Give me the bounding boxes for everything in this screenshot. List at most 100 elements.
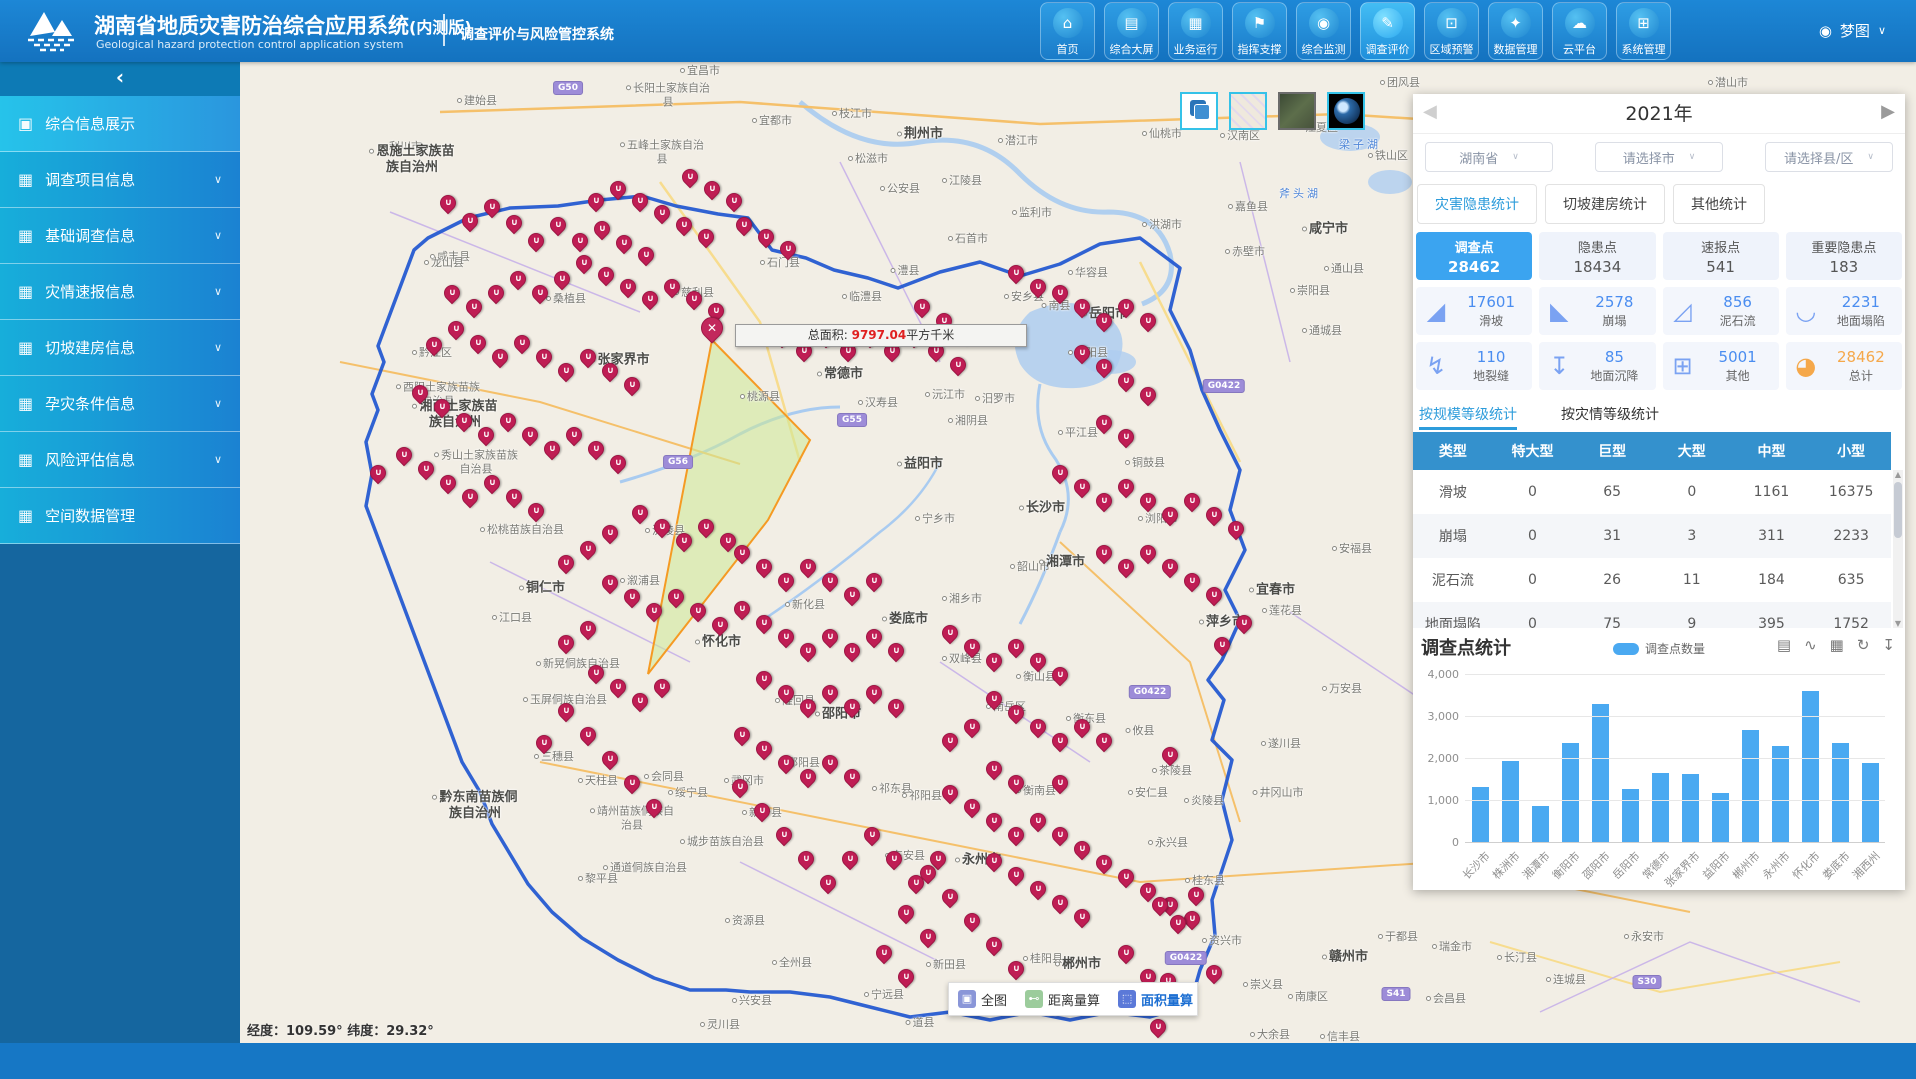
region-select-请选择市[interactable]: 请选择市∨ <box>1595 142 1723 172</box>
nav-label: 云平台 <box>1563 41 1596 57</box>
hazard-card-滑坡[interactable]: ◢17601滑坡 <box>1416 287 1532 335</box>
map-label: 城步苗族自治县 <box>679 835 765 849</box>
measure-button-全图[interactable]: ▣全图 <box>949 990 1016 1009</box>
app-title: 湖南省地质灾害防治综合应用系统(内测版) <box>94 10 472 40</box>
layer-button-globe[interactable] <box>1327 92 1365 130</box>
bar-湘潭市[interactable] <box>1532 806 1549 843</box>
map-label: 临澧县 <box>842 288 882 304</box>
nav-item-综合监测[interactable]: ◉综合监测 <box>1296 2 1351 60</box>
sidebar-item-风险评估信息[interactable]: ▦风险评估信息∨ <box>0 432 240 488</box>
summary-card-隐患点[interactable]: 隐患点18434 <box>1539 232 1655 280</box>
map-label: 团风县 <box>1380 74 1420 90</box>
sidebar-item-切坡建房信息[interactable]: ▦切坡建房信息∨ <box>0 320 240 376</box>
road-badge: G0422 <box>1165 951 1207 965</box>
map-label: 宁远县 <box>864 986 904 1002</box>
line-chart-icon[interactable]: ∿ <box>1804 636 1817 654</box>
summary-card-重要隐患点[interactable]: 重要隐患点183 <box>1786 232 1902 280</box>
sidebar-item-空间数据管理[interactable]: ▦空间数据管理 <box>0 488 240 544</box>
download-icon[interactable]: ↧ <box>1882 636 1895 654</box>
nav-item-指挥支撑[interactable]: ⚑指挥支撑 <box>1232 2 1287 60</box>
nav-item-综合大屏[interactable]: ▤综合大屏 <box>1104 2 1159 60</box>
layer-button-satellite[interactable] <box>1278 92 1316 130</box>
map-label: 桑植县 <box>546 290 586 306</box>
bar-岳阳市[interactable] <box>1622 789 1639 843</box>
road-badge: G55 <box>837 413 867 427</box>
measure-button-面积量算[interactable]: ⬚面积量算 <box>1109 990 1202 1009</box>
sidebar-item-孕灾条件信息[interactable]: ▦孕灾条件信息∨ <box>0 376 240 432</box>
summary-card-调查点[interactable]: 调查点28462 <box>1416 232 1532 280</box>
sidebar-collapse-button[interactable]: ‹ <box>0 62 240 96</box>
nav-item-调查评价[interactable]: ✎调查评价 <box>1360 2 1415 60</box>
nav-item-区域预警[interactable]: ⊡区域预警 <box>1424 2 1479 60</box>
measure-button-距离量算[interactable]: ⊷距离量算 <box>1016 990 1109 1009</box>
table-row[interactable]: 地面塌陷07593951752 <box>1413 602 1891 628</box>
map-label: 长阳土家族自治县 <box>625 81 711 109</box>
refresh-icon[interactable]: ↻ <box>1857 636 1870 654</box>
bar-株洲市[interactable] <box>1502 761 1519 843</box>
map-label: 永兴县 <box>1148 834 1188 850</box>
region-select-请选择县/区[interactable]: 请选择县/区∨ <box>1765 142 1893 172</box>
map-label: 灵川县 <box>700 1016 740 1032</box>
map-label: 郴州市 <box>1055 953 1101 972</box>
map-label: 铜仁市 <box>519 577 565 596</box>
map-label: 炎陵县 <box>1184 792 1224 808</box>
chart-legend[interactable]: 调查点数量 <box>1613 640 1705 657</box>
bar-长沙市[interactable] <box>1472 787 1489 843</box>
year-prev-button[interactable]: ◀ <box>1423 101 1437 122</box>
hazard-card-地面沉降[interactable]: ↧85地面沉降 <box>1539 342 1655 390</box>
app-title-en: Geological hazard protection control app… <box>96 38 403 51</box>
table-cell: 9 <box>1652 602 1732 628</box>
chevron-down-icon: ∨ <box>1512 152 1519 162</box>
map-label: 宜春市 <box>1249 579 1295 598</box>
user-menu[interactable]: ◉ 梦图 ∨ <box>1819 20 1886 41</box>
eye-icon[interactable]: ◉ <box>1819 22 1832 40</box>
sidebar-item-综合信息展示[interactable]: ▣综合信息展示 <box>0 96 240 152</box>
sidebar-item-基础调查信息[interactable]: ▦基础调查信息∨ <box>0 208 240 264</box>
nav-item-首页[interactable]: ⌂首页 <box>1040 2 1095 60</box>
nav-item-系统管理[interactable]: ⊞系统管理 <box>1616 2 1671 60</box>
subtab-按规模等级统计[interactable]: 按规模等级统计 <box>1419 404 1517 430</box>
bar-常德市[interactable] <box>1652 773 1669 843</box>
bar-chart-icon[interactable]: ▦ <box>1830 636 1844 654</box>
table-row[interactable]: 崩塌03133112233 <box>1413 514 1891 558</box>
summary-card-速报点[interactable]: 速报点541 <box>1663 232 1779 280</box>
bar-怀化市[interactable] <box>1802 691 1819 843</box>
tab-其他统计[interactable]: 其他统计 <box>1673 184 1765 224</box>
bar-张家界市[interactable] <box>1682 774 1699 843</box>
data-view-icon[interactable]: ▤ <box>1777 636 1791 654</box>
hazard-card-其他[interactable]: ⊞5001其他 <box>1663 342 1779 390</box>
layer-button-layers[interactable] <box>1180 92 1218 130</box>
table-cell: 3 <box>1652 514 1732 558</box>
bar-湘西州[interactable] <box>1862 763 1879 843</box>
region-select-湖南省[interactable]: 湖南省∨ <box>1425 142 1553 172</box>
table-cell: 16375 <box>1811 470 1891 514</box>
hazard-card-总计[interactable]: ◕28462总计 <box>1786 342 1902 390</box>
year-next-button[interactable]: ▶ <box>1881 101 1895 122</box>
map-label: 全州县 <box>772 954 812 970</box>
table-row[interactable]: 滑坡0650116116375 <box>1413 470 1891 514</box>
hazard-card-地面塌陷[interactable]: ◡2231地面塌陷 <box>1786 287 1902 335</box>
hazard-card-地裂缝[interactable]: ↯110地裂缝 <box>1416 342 1532 390</box>
sidebar-item-调查项目信息[interactable]: ▦调查项目信息∨ <box>0 152 240 208</box>
hazard-type-cards: ◢17601滑坡◣2578崩塌◿856泥石流◡2231地面塌陷 ↯110地裂缝↧8… <box>1413 280 1905 390</box>
nav-item-数据管理[interactable]: ✦数据管理 <box>1488 2 1543 60</box>
hazard-card-泥石流[interactable]: ◿856泥石流 <box>1663 287 1779 335</box>
bar-郴州市[interactable] <box>1742 730 1759 843</box>
sidebar-item-灾情速报信息[interactable]: ▦灾情速报信息∨ <box>0 264 240 320</box>
ground-collapse-icon: ◡ <box>1792 297 1820 325</box>
bar-永州市[interactable] <box>1772 746 1789 843</box>
layer-button-street[interactable] <box>1229 92 1267 130</box>
table-cell: 395 <box>1732 602 1812 628</box>
nav-item-业务运行[interactable]: ▦业务运行 <box>1168 2 1223 60</box>
tab-灾害隐患统计[interactable]: 灾害隐患统计 <box>1417 184 1537 224</box>
nav-item-云平台[interactable]: ☁云平台 <box>1552 2 1607 60</box>
subtab-按灾情等级统计[interactable]: 按灾情等级统计 <box>1561 404 1659 430</box>
bar-邵阳市[interactable] <box>1592 704 1609 843</box>
table-header-大型: 大型 <box>1652 432 1732 470</box>
table-row[interactable]: 泥石流02611184635 <box>1413 558 1891 602</box>
tab-切坡建房统计[interactable]: 切坡建房统计 <box>1545 184 1665 224</box>
hazard-card-崩塌[interactable]: ◣2578崩塌 <box>1539 287 1655 335</box>
table-scrollbar[interactable]: ▲▼ <box>1893 470 1903 628</box>
sidebar-item-label: 调查项目信息 <box>45 169 135 190</box>
map-label: 公安县 <box>880 180 920 196</box>
